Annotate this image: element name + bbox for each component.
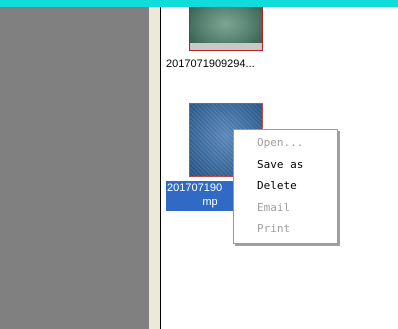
pane-splitter[interactable] xyxy=(149,7,160,329)
menu-item-delete[interactable]: Delete xyxy=(234,177,337,195)
file-caption[interactable]: 2017071909294... xyxy=(166,57,306,71)
menu-item-save-as[interactable]: Save as xyxy=(234,156,337,174)
window-title-bar xyxy=(0,0,398,7)
context-menu: Open... Save as Delete Email Print xyxy=(233,129,338,244)
image-thumbnail[interactable] xyxy=(189,7,263,51)
menu-item-print[interactable]: Print xyxy=(234,220,337,238)
thumbnail-strip xyxy=(190,43,262,50)
folder-tree-pane[interactable] xyxy=(0,7,149,329)
menu-item-email[interactable]: Email xyxy=(234,199,337,217)
menu-item-open[interactable]: Open... xyxy=(234,134,337,152)
